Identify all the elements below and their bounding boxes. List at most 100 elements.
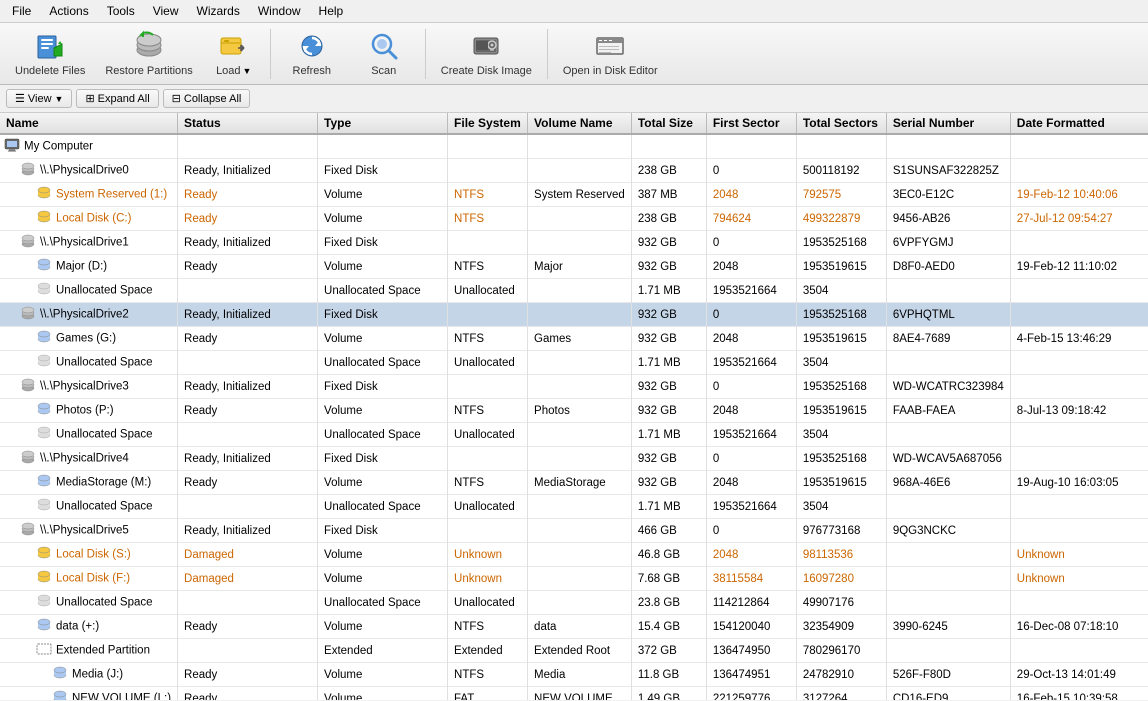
open-disk-editor-label: Open in Disk Editor bbox=[563, 65, 658, 77]
table-row[interactable]: Unallocated SpaceUnallocated SpaceUnallo… bbox=[0, 591, 1148, 615]
table-row[interactable]: Games (G:)ReadyVolumeNTFSGames932 GB2048… bbox=[0, 327, 1148, 351]
cell-fs: FAT bbox=[448, 687, 528, 701]
col-header-serial[interactable]: Serial Number bbox=[886, 113, 1010, 134]
table-row[interactable]: Unallocated SpaceUnallocated SpaceUnallo… bbox=[0, 423, 1148, 447]
volume-icon bbox=[52, 665, 68, 684]
open-disk-editor-button[interactable]: Open in Disk Editor bbox=[554, 25, 667, 82]
cell-volname bbox=[528, 231, 632, 255]
cell-status: Ready bbox=[178, 183, 318, 207]
refresh-button[interactable]: Refresh bbox=[277, 25, 347, 82]
table-row[interactable]: Local Disk (F:)DamagedVolumeUnknown7.68 … bbox=[0, 567, 1148, 591]
expand-all-button[interactable]: ⊞ Expand All bbox=[76, 89, 158, 108]
collapse-all-button[interactable]: ⊟ Collapse All bbox=[163, 89, 251, 108]
scan-icon bbox=[368, 30, 400, 62]
menu-actions[interactable]: Actions bbox=[41, 2, 96, 20]
col-header-status[interactable]: Status bbox=[178, 113, 318, 134]
cell-date: Unknown bbox=[1010, 543, 1148, 567]
table-row[interactable]: \\.\PhysicalDrive5Ready, InitializedFixe… bbox=[0, 519, 1148, 543]
cell-totalsectors: 1953519615 bbox=[796, 255, 886, 279]
col-header-totalsectors[interactable]: Total Sectors bbox=[796, 113, 886, 134]
cell-totalsize: 7.68 GB bbox=[631, 567, 706, 591]
cell-name: System Reserved (1:) bbox=[0, 183, 178, 207]
hdd-icon bbox=[20, 449, 36, 468]
cell-name: MediaStorage (M:) bbox=[0, 471, 178, 495]
table-row[interactable]: \\.\PhysicalDrive1Ready, InitializedFixe… bbox=[0, 231, 1148, 255]
table-row[interactable]: MediaStorage (M:)ReadyVolumeNTFSMediaSto… bbox=[0, 471, 1148, 495]
cell-name: Unallocated Space bbox=[0, 279, 178, 303]
menu-view[interactable]: View bbox=[145, 2, 187, 20]
table-row[interactable]: Media (J:)ReadyVolumeNTFSMedia11.8 GB136… bbox=[0, 663, 1148, 687]
table-body: My ComputerWindows 7, Ultimate 6\\.\Phys… bbox=[0, 134, 1148, 700]
cell-totalsize: 932 GB bbox=[631, 255, 706, 279]
col-header-type[interactable]: Type bbox=[318, 113, 448, 134]
col-header-date[interactable]: Date Formatted bbox=[1010, 113, 1148, 134]
table-row[interactable]: Extended PartitionExtendedExtendedExtend… bbox=[0, 639, 1148, 663]
table-row[interactable]: Local Disk (S:)DamagedVolumeUnknown46.8 … bbox=[0, 543, 1148, 567]
cell-volname bbox=[528, 519, 632, 543]
volume-yellow-icon bbox=[36, 569, 52, 588]
cell-firstsector: 2048 bbox=[706, 183, 796, 207]
hdd-icon bbox=[20, 521, 36, 540]
table-row[interactable]: data (+:)ReadyVolumeNTFSdata15.4 GB15412… bbox=[0, 615, 1148, 639]
cell-status: Ready, Initialized bbox=[178, 303, 318, 327]
undelete-files-icon bbox=[34, 30, 66, 62]
cell-status bbox=[178, 279, 318, 303]
hdd-icon bbox=[20, 161, 36, 180]
scan-label: Scan bbox=[371, 65, 396, 77]
table-row[interactable]: NEW VOLUME (L:)ReadyVolumeFATNEW VOLUME1… bbox=[0, 687, 1148, 701]
cell-volname bbox=[528, 543, 632, 567]
table-row[interactable]: Photos (P:)ReadyVolumeNTFSPhotos932 GB20… bbox=[0, 399, 1148, 423]
cell-name: Extended Partition bbox=[0, 639, 178, 663]
cell-status: Damaged bbox=[178, 567, 318, 591]
cell-name: \\.\PhysicalDrive4 bbox=[0, 447, 178, 471]
cell-type: Volume bbox=[318, 255, 448, 279]
table-row[interactable]: Unallocated SpaceUnallocated SpaceUnallo… bbox=[0, 279, 1148, 303]
menu-tools[interactable]: Tools bbox=[99, 2, 143, 20]
col-header-totalsize[interactable]: Total Size bbox=[631, 113, 706, 134]
table-row[interactable]: Unallocated SpaceUnallocated SpaceUnallo… bbox=[0, 351, 1148, 375]
cell-volname: Media bbox=[528, 663, 632, 687]
cell-date bbox=[1010, 447, 1148, 471]
cell-totalsectors: 49907176 bbox=[796, 591, 886, 615]
cell-name: Unallocated Space bbox=[0, 423, 178, 447]
table-row[interactable]: Unallocated SpaceUnallocated SpaceUnallo… bbox=[0, 495, 1148, 519]
col-header-volname[interactable]: Volume Name bbox=[528, 113, 632, 134]
load-label: Load bbox=[216, 65, 240, 77]
cell-name: \\.\PhysicalDrive3 bbox=[0, 375, 178, 399]
cell-firstsector: 136474951 bbox=[706, 663, 796, 687]
table-row[interactable]: \\.\PhysicalDrive3Ready, InitializedFixe… bbox=[0, 375, 1148, 399]
col-header-firstsector[interactable]: First Sector bbox=[706, 113, 796, 134]
menu-help[interactable]: Help bbox=[311, 2, 352, 20]
col-header-fs[interactable]: File System bbox=[448, 113, 528, 134]
load-button[interactable]: Load ▼ bbox=[204, 25, 264, 82]
cell-volname bbox=[528, 207, 632, 231]
table-row[interactable]: Major (D:)ReadyVolumeNTFSMajor932 GB2048… bbox=[0, 255, 1148, 279]
undelete-files-button[interactable]: Undelete Files bbox=[6, 25, 94, 82]
table-row[interactable]: \\.\PhysicalDrive0Ready, InitializedFixe… bbox=[0, 159, 1148, 183]
table-row[interactable]: \\.\PhysicalDrive4Ready, InitializedFixe… bbox=[0, 447, 1148, 471]
cell-firstsector: 1953521664 bbox=[706, 279, 796, 303]
menu-file[interactable]: File bbox=[4, 2, 39, 20]
cell-totalsectors: 16097280 bbox=[796, 567, 886, 591]
menu-window[interactable]: Window bbox=[250, 2, 309, 20]
cell-totalsize: 932 GB bbox=[631, 327, 706, 351]
table-row[interactable]: System Reserved (1:)ReadyVolumeNTFSSyste… bbox=[0, 183, 1148, 207]
restore-partitions-button[interactable]: Restore Partitions bbox=[96, 25, 201, 82]
col-header-name[interactable]: Name bbox=[0, 113, 178, 134]
table-row[interactable]: Local Disk (C:)ReadyVolumeNTFS238 GB7946… bbox=[0, 207, 1148, 231]
cell-volname bbox=[528, 159, 632, 183]
cell-name: \\.\PhysicalDrive2 bbox=[0, 303, 178, 327]
cell-fs: NTFS bbox=[448, 399, 528, 423]
menu-wizards[interactable]: Wizards bbox=[189, 2, 248, 20]
cell-fs: NTFS bbox=[448, 471, 528, 495]
create-disk-image-button[interactable]: Create Disk Image bbox=[432, 25, 541, 82]
table-row[interactable]: My ComputerWindows 7, Ultimate 6 bbox=[0, 134, 1148, 159]
cell-fs: NTFS bbox=[448, 183, 528, 207]
view-button[interactable]: ☰ View ▼ bbox=[6, 89, 72, 108]
cell-type: Volume bbox=[318, 207, 448, 231]
scan-button[interactable]: Scan bbox=[349, 25, 419, 82]
cell-firstsector: 2048 bbox=[706, 471, 796, 495]
load-icon bbox=[218, 30, 250, 62]
unalloc-icon bbox=[36, 281, 52, 300]
table-row[interactable]: \\.\PhysicalDrive2Ready, InitializedFixe… bbox=[0, 303, 1148, 327]
